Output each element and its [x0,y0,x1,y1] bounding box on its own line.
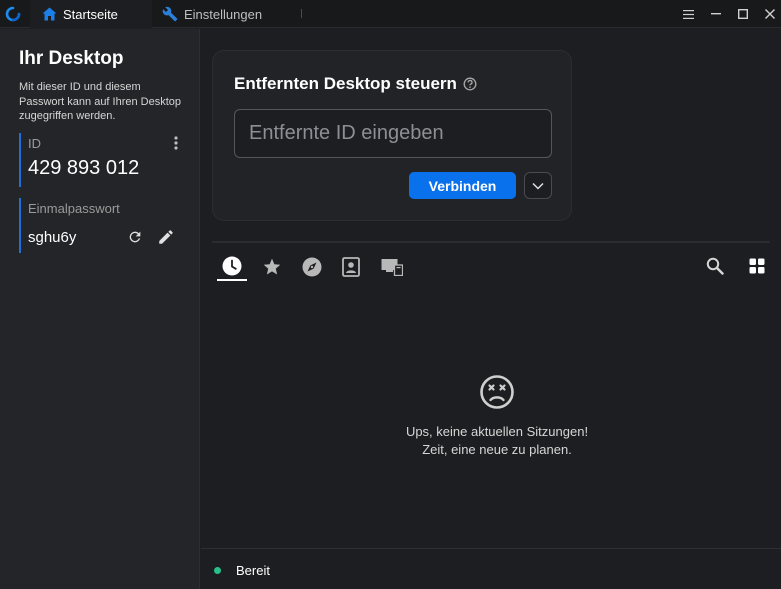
tab-separator [301,9,302,18]
sidebar-title: Ihr Desktop [19,48,124,69]
status-bar: Bereit [201,548,781,589]
status-text: Bereit [236,563,270,578]
minimize-icon [710,13,721,15]
connect-button[interactable]: Verbinden [409,172,516,199]
dizzy-face-icon [480,375,514,409]
home-icon [42,7,57,21]
empty-state-message: Ups, keine aktuellen Sitzungen! [405,424,589,439]
tab-lan-devices[interactable] [377,253,407,281]
app-window: Startseite Einstellungen Ihr Desktop Mit… [0,0,781,589]
password-value[interactable]: sghu6y [28,229,76,246]
id-label: ID [28,136,41,151]
tab-startseite-label: Startseite [63,6,118,22]
view-mode-button[interactable] [744,253,770,279]
edit-password-button[interactable] [155,226,177,248]
wrench-icon [162,6,178,22]
empty-state-hint: Zeit, eine neue zu planen. [422,442,572,457]
status-indicator [214,567,221,574]
connect-title: Entfernten Desktop steuern [234,74,477,94]
id-value[interactable]: 429 893 012 [28,157,139,180]
tab-einstellungen-label: Einstellungen [184,6,263,22]
address-book-icon [342,257,360,277]
id-block: ID 429 893 012 [19,133,183,187]
sidebar: Ihr Desktop Mit dieser ID und diesem Pas… [0,29,200,589]
more-vertical-icon [174,136,178,150]
tab-address-book[interactable] [336,253,366,281]
password-block: Einmalpasswort sghu6y [19,198,183,253]
close-icon [764,9,775,19]
tab-discovered[interactable] [297,253,327,281]
maximize-button[interactable] [729,0,756,28]
search-icon [706,257,724,275]
pencil-icon [159,230,173,244]
sidebar-description: Mit dieser ID und diesem Passwort kann a… [19,81,182,122]
minimize-button[interactable] [702,0,729,28]
tab-einstellungen[interactable]: Einstellungen [162,0,302,28]
grid-view-icon [749,258,765,274]
connect-card: Entfernten Desktop steuern Verbinden [212,50,572,221]
maximize-icon [737,9,748,19]
refresh-password-button[interactable] [125,227,145,247]
menu-button[interactable] [675,0,702,28]
close-button[interactable] [756,0,781,28]
connect-options-button[interactable] [524,172,552,199]
menu-icon [683,9,694,19]
search-button[interactable] [702,253,728,279]
clock-icon [222,256,242,276]
tab-recent-sessions[interactable] [217,253,247,281]
lan-devices-icon [381,259,403,276]
title-bar: Startseite Einstellungen [0,0,781,28]
tab-favorites[interactable] [257,253,287,281]
section-divider [212,241,770,243]
help-icon[interactable] [463,77,477,91]
id-options-button[interactable] [171,134,181,152]
password-label: Einmalpasswort [28,201,120,216]
remote-id-input[interactable] [234,109,552,158]
tab-startseite[interactable]: Startseite [30,0,152,28]
compass-icon [302,257,322,277]
refresh-icon [129,231,141,243]
chevron-down-icon [532,182,544,190]
connect-title-text: Entfernten Desktop steuern [234,74,457,93]
app-logo-icon [5,6,21,22]
star-icon [263,258,281,275]
